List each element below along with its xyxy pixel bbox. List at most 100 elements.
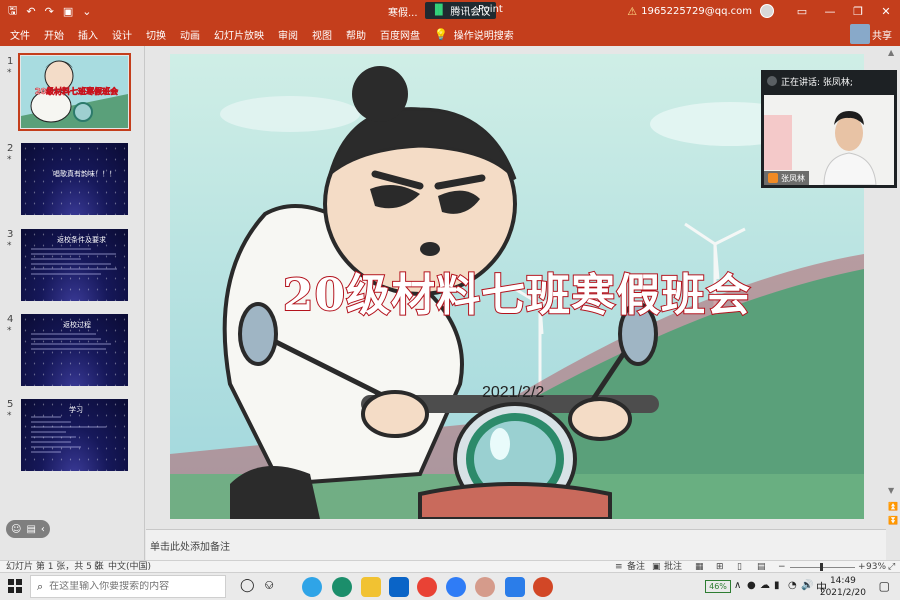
notes-placeholder[interactable]: 单击此处添加备注 <box>150 538 230 553</box>
participant-name: 张凤林 <box>781 173 805 183</box>
windows-taskbar: ⌕ ◯ ⎉ 46% ∧ ● ☁ ▮ ◔ 🔊 中 14:49 2021/2/20 … <box>0 572 900 600</box>
thumbnail-number: 3 <box>7 229 14 240</box>
notification-center-icon[interactable]: ▢ <box>879 579 890 593</box>
thumbnail-text-lines <box>31 416 106 453</box>
volume-icon[interactable]: 🔊 <box>801 580 813 591</box>
emoji-icon[interactable]: ☺ <box>11 524 21 535</box>
undo-icon[interactable]: ↶ <box>26 5 35 18</box>
thumbnail-slide-3[interactable]: 返校条件及要求 <box>21 229 128 301</box>
thumbnail-number: 1 <box>7 56 14 67</box>
clock-date: 2021/2/20 <box>819 588 866 598</box>
windows-start-icon[interactable] <box>8 579 22 593</box>
title-bar: 🖫 ↶ ↷ ▣ ⌄ 寒假... ▐▌ 腾讯会议 Point ⚠ 19652257… <box>0 0 900 22</box>
thumbnail-row-5[interactable]: 5 * 学习 <box>0 399 145 474</box>
edge-icon[interactable] <box>332 577 352 597</box>
restore-button[interactable]: ❐ <box>844 5 872 18</box>
tab-slideshow[interactable]: 幻灯片放映 <box>214 27 264 42</box>
tray-expand-icon[interactable]: ∧ <box>734 580 741 591</box>
tray-app-icon[interactable]: ● <box>747 580 756 591</box>
thumbnail-text-lines <box>31 248 117 275</box>
tab-help[interactable]: 帮助 <box>346 27 366 42</box>
minimize-button[interactable]: — <box>816 5 844 18</box>
save-icon[interactable]: 🖫 <box>8 2 17 21</box>
thumbnail-title: 唱歌真有韵味！！！ <box>53 170 116 178</box>
taskbar-search-input[interactable] <box>49 581 210 592</box>
task-view-icon[interactable]: ⎉ <box>264 578 274 593</box>
mail-icon[interactable] <box>389 577 409 597</box>
photo-app-icon[interactable] <box>475 577 495 597</box>
tab-home[interactable]: 开始 <box>44 27 64 42</box>
animation-marker: * <box>7 326 12 336</box>
thumbnail-row-1[interactable]: 1 * 20级材料七班寒假班会 <box>0 53 145 131</box>
ribbon-display-options-icon[interactable]: ▭ <box>788 5 816 18</box>
customize-toolbar-icon[interactable]: ⌄ <box>82 5 91 18</box>
thumbnail-slide-2[interactable]: 唱歌真有韵味！！！ <box>21 143 128 215</box>
caption-icon[interactable]: ▤ <box>26 524 35 535</box>
tencent-meeting-icon[interactable] <box>505 577 525 597</box>
zoom-slider-thumb[interactable] <box>820 563 823 571</box>
speaking-label: 正在讲话: 张凤林; <box>781 77 853 88</box>
speaking-indicator: 正在讲话: 张凤林; <box>761 70 897 92</box>
powerpoint-icon[interactable] <box>533 577 553 597</box>
slide-date[interactable]: 2021/2/2 <box>482 384 544 402</box>
participant-avatar-icon <box>850 24 870 44</box>
slideshow-from-start-icon[interactable]: ▣ <box>63 5 73 18</box>
chrome-icon[interactable] <box>417 577 437 597</box>
thumbnail-row-3[interactable]: 3 * 返校条件及要求 <box>0 229 145 304</box>
thumbnail-slide-4[interactable]: 返校过程 <box>21 314 128 386</box>
clock-time: 14:49 <box>829 576 856 586</box>
file-explorer-icon[interactable] <box>361 577 381 597</box>
system-clock[interactable]: 14:49 2021/2/20 <box>820 575 866 599</box>
tab-review[interactable]: 审阅 <box>278 27 298 42</box>
slide-title[interactable]: 20级材料七班寒假班会 <box>170 259 864 323</box>
thumbnail-text-lines <box>31 333 111 350</box>
wifi-icon[interactable]: ◔ <box>788 580 797 591</box>
share-button[interactable]: 共享 <box>872 27 892 42</box>
tab-animations[interactable]: 动画 <box>180 27 200 42</box>
current-slide[interactable]: 20级材料七班寒假班会 2021/2/2 <box>170 54 864 519</box>
meeting-video-panel[interactable]: 正在讲话: 张凤林; 张凤林 <box>761 70 897 188</box>
meeting-mini-toolbar[interactable]: ☺ ▤ ‹ <box>6 520 50 538</box>
thumbnail-row-2[interactable]: 2 * 唱歌真有韵味！！！ <box>0 143 145 218</box>
tab-design[interactable]: 设计 <box>112 27 132 42</box>
thumbnail-slide-1[interactable]: 20级材料七班寒假班会 <box>18 53 131 131</box>
lenovo-app-icon[interactable] <box>446 577 466 597</box>
cloud-icon[interactable]: ☁ <box>760 580 770 591</box>
scroll-up-icon[interactable]: ▲ <box>888 48 894 57</box>
speaker-icon <box>767 76 777 86</box>
ribbon-tabs: 文件 开始 插入 设计 切换 动画 幻灯片放映 审阅 视图 帮助 百度网盘 💡 … <box>0 22 900 46</box>
tab-transitions[interactable]: 切换 <box>146 27 166 42</box>
close-button[interactable]: ✕ <box>872 5 900 18</box>
quick-access-toolbar: 🖫 ↶ ↷ ▣ ⌄ <box>0 2 91 21</box>
thumbnail-number: 2 <box>7 143 14 154</box>
thumbnail-number: 4 <box>7 314 14 325</box>
taskbar-search[interactable]: ⌕ <box>30 575 226 598</box>
notes-pane[interactable]: 单击此处添加备注 <box>146 529 886 560</box>
browser-360-icon[interactable] <box>302 577 322 597</box>
previous-slide-icon[interactable]: ⏫ <box>888 502 898 511</box>
scroll-down-icon[interactable]: ▼ <box>888 486 894 495</box>
next-slide-icon[interactable]: ⏬ <box>888 516 898 525</box>
tab-insert[interactable]: 插入 <box>78 27 98 42</box>
thumbnail-row-4[interactable]: 4 * 返校过程 <box>0 314 145 389</box>
document-title: 寒假... <box>388 8 418 19</box>
tab-baidu-netdisk[interactable]: 百度网盘 <box>380 27 420 42</box>
participant-video[interactable]: 张凤林 <box>764 95 894 185</box>
starfield-background <box>21 143 128 215</box>
tell-me-search[interactable]: 操作说明搜索 <box>454 27 514 42</box>
slide-thumbnail-panel[interactable]: 1 * 20级材料七班寒假班会 2 * 唱歌真有韵味！！！ 3 * 返校条件及要… <box>0 46 145 560</box>
signal-icon: ▐▌ <box>431 5 447 16</box>
account-avatar-icon[interactable] <box>760 4 774 18</box>
cortana-icon[interactable]: ◯ <box>240 578 255 593</box>
tab-file[interactable]: 文件 <box>10 27 30 42</box>
tab-view[interactable]: 视图 <box>312 27 332 42</box>
redo-icon[interactable]: ↷ <box>45 5 54 18</box>
thumbnail-slide-5[interactable]: 学习 <box>21 399 128 471</box>
battery-icon[interactable]: ▮ <box>774 580 780 591</box>
lightbulb-icon: 💡 <box>434 27 448 41</box>
account-email[interactable]: 1965225729@qq.com <box>641 6 752 17</box>
collapse-icon[interactable]: ‹ <box>41 524 45 535</box>
thumbnail-title: 20级材料七班寒假班会 <box>35 87 119 97</box>
participant-name-tag: 张凤林 <box>764 171 809 185</box>
battery-indicator[interactable]: 46% <box>705 580 731 593</box>
